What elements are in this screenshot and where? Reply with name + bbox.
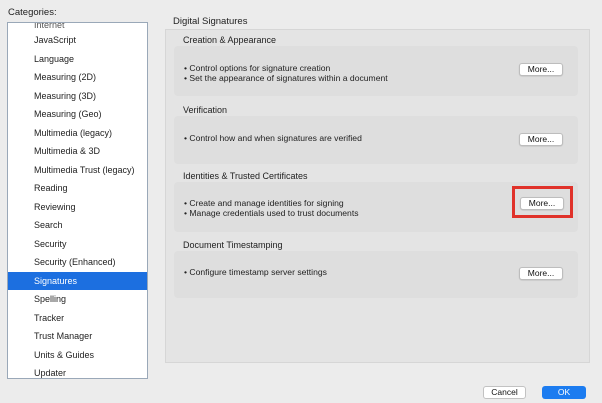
category-item-reviewing[interactable]: Reviewing <box>8 198 147 217</box>
section-creation-line-1: • Control options for signature creation <box>184 63 331 73</box>
category-item-updater[interactable]: Updater <box>8 364 147 378</box>
category-item-language[interactable]: Language <box>8 50 147 69</box>
section-identities-line-1: • Create and manage identities for signi… <box>184 198 344 208</box>
category-item-security[interactable]: Security <box>8 235 147 254</box>
creation-more-button[interactable]: More... <box>519 63 563 76</box>
section-creation-line-2: • Set the appearance of signatures withi… <box>184 73 388 83</box>
category-item-multimedia-trust-legacy[interactable]: Multimedia Trust (legacy) <box>8 161 147 180</box>
section-verification-line-1: • Control how and when signatures are ve… <box>184 133 362 143</box>
category-item-units-guides[interactable]: Units & Guides <box>8 346 147 365</box>
category-item-measuring-2d[interactable]: Measuring (2D) <box>8 68 147 87</box>
category-item-reading[interactable]: Reading <box>8 179 147 198</box>
verification-more-button[interactable]: More... <box>519 133 563 146</box>
section-heading-creation-appearance: Creation & Appearance <box>183 35 277 45</box>
categories-label: Categories: <box>8 7 57 18</box>
category-item-measuring-3d[interactable]: Measuring (3D) <box>8 87 147 106</box>
section-heading-verification: Verification <box>183 105 228 115</box>
category-item-signatures[interactable]: Signatures <box>8 271 147 290</box>
section-heading-timestamping: Document Timestamping <box>183 240 283 250</box>
category-item-security-enhanced[interactable]: Security (Enhanced) <box>8 253 147 272</box>
category-item-spelling[interactable]: Spelling <box>8 290 147 309</box>
highlight-annotation <box>512 186 573 218</box>
ok-button[interactable]: OK <box>542 386 586 399</box>
category-item-internet[interactable]: Internet <box>8 23 147 31</box>
category-item-tracker[interactable]: Tracker <box>8 309 147 328</box>
categories-list[interactable]: Internet JavaScript Language Measuring (… <box>7 22 148 379</box>
category-item-javascript[interactable]: JavaScript <box>8 31 147 50</box>
cancel-button[interactable]: Cancel <box>483 386 526 399</box>
category-item-search[interactable]: Search <box>8 216 147 235</box>
category-item-measuring-geo[interactable]: Measuring (Geo) <box>8 105 147 124</box>
panel-title: Digital Signatures <box>173 16 248 27</box>
timestamping-more-button[interactable]: More... <box>519 267 563 280</box>
section-identities-line-2: • Manage credentials used to trust docum… <box>184 208 359 218</box>
category-item-multimedia-legacy[interactable]: Multimedia (legacy) <box>8 124 147 143</box>
section-timestamping-line-1: • Configure timestamp server settings <box>184 267 327 277</box>
category-item-trust-manager[interactable]: Trust Manager <box>8 327 147 346</box>
category-item-multimedia-3d[interactable]: Multimedia & 3D <box>8 142 147 161</box>
section-heading-identities: Identities & Trusted Certificates <box>183 171 308 181</box>
